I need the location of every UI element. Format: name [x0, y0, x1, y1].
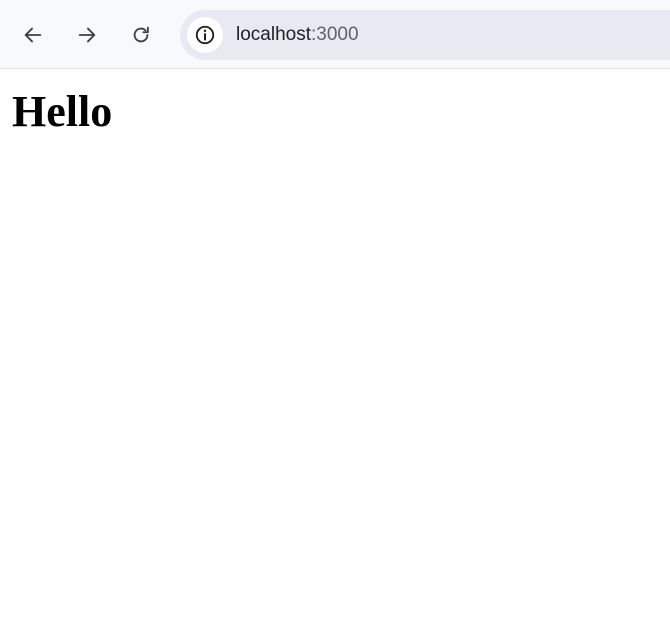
- reload-button[interactable]: [123, 17, 159, 53]
- info-icon: [195, 25, 215, 45]
- site-info-button[interactable]: [187, 17, 223, 53]
- address-bar[interactable]: localhost:3000: [180, 10, 670, 60]
- reload-icon: [133, 26, 149, 43]
- page-heading: Hello: [12, 87, 113, 136]
- page-content: Hello: [0, 70, 670, 631]
- url-host: localhost: [236, 24, 311, 45]
- browser-toolbar: localhost:3000: [0, 0, 670, 69]
- arrow-left-icon: [24, 27, 42, 43]
- arrow-right-icon: [78, 27, 96, 43]
- forward-button[interactable]: [69, 17, 105, 53]
- url-port: :3000: [311, 24, 359, 45]
- back-button[interactable]: [15, 17, 51, 53]
- url-text[interactable]: localhost:3000: [236, 10, 359, 60]
